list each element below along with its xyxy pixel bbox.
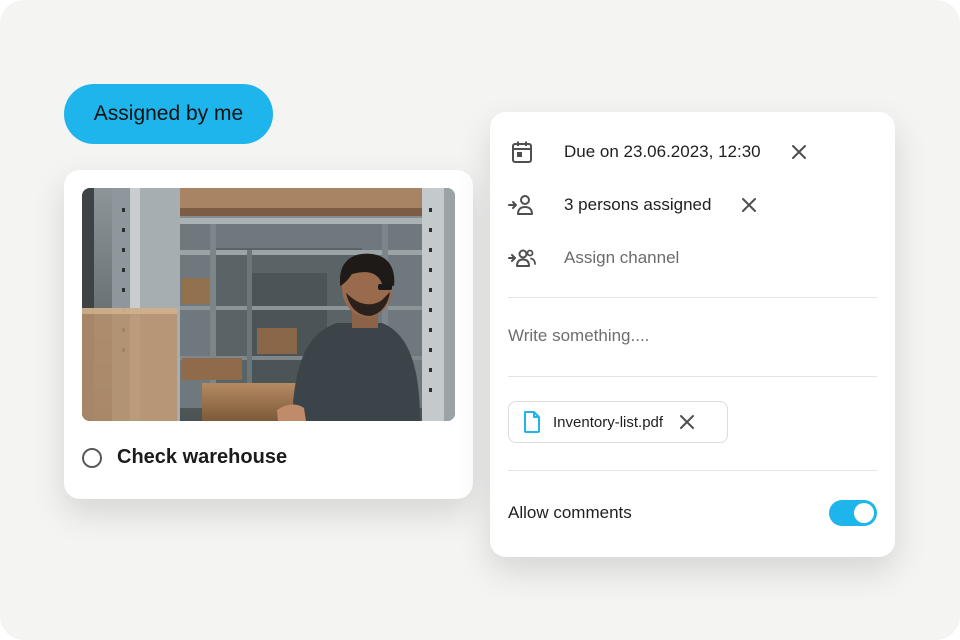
- assigned-by-me-filter[interactable]: Assigned by me: [64, 84, 273, 144]
- allow-comments-row: Allow comments: [508, 500, 877, 526]
- complete-task-radio[interactable]: [82, 447, 102, 468]
- attachment-chip[interactable]: Inventory-list.pdf: [508, 401, 728, 443]
- person-add-icon: [508, 191, 536, 219]
- divider: [508, 470, 877, 471]
- allow-comments-toggle[interactable]: [829, 500, 877, 526]
- group-add-icon: [508, 244, 536, 272]
- due-date-label: Due on 23.06.2023, 12:30: [564, 142, 761, 161]
- close-icon: [680, 415, 695, 429]
- close-icon: [742, 198, 757, 212]
- assignees-label: 3 persons assigned: [564, 195, 712, 214]
- file-icon: [524, 411, 540, 433]
- clear-assignees-button[interactable]: [737, 193, 761, 217]
- attachment-filename: Inventory-list.pdf: [553, 413, 664, 431]
- due-date-row[interactable]: Due on 23.06.2023, 12:30: [508, 138, 877, 166]
- remove-attachment-button[interactable]: [675, 410, 699, 434]
- allow-comments-label: Allow comments: [508, 503, 632, 522]
- comment-input[interactable]: [508, 321, 868, 351]
- canvas: Assigned by me Check warehouse Due on 23…: [0, 0, 960, 640]
- close-icon: [791, 145, 806, 159]
- task-details-panel: Due on 23.06.2023, 12:30 3 persons assig…: [490, 112, 895, 557]
- divider: [508, 376, 877, 377]
- calendar-icon: [508, 138, 536, 166]
- task-row: Check warehouse: [82, 446, 287, 469]
- warehouse-illustration: [82, 188, 455, 421]
- task-title: Check warehouse: [117, 446, 288, 468]
- toggle-knob: [854, 503, 874, 523]
- assignees-row[interactable]: 3 persons assigned: [508, 191, 877, 219]
- warehouse-photo: [82, 188, 455, 421]
- divider: [508, 297, 877, 298]
- clear-due-date-button[interactable]: [787, 140, 811, 164]
- assign-channel-label: Assign channel: [564, 248, 680, 267]
- assign-channel-row[interactable]: Assign channel: [508, 244, 877, 272]
- task-card[interactable]: Check warehouse: [64, 170, 473, 499]
